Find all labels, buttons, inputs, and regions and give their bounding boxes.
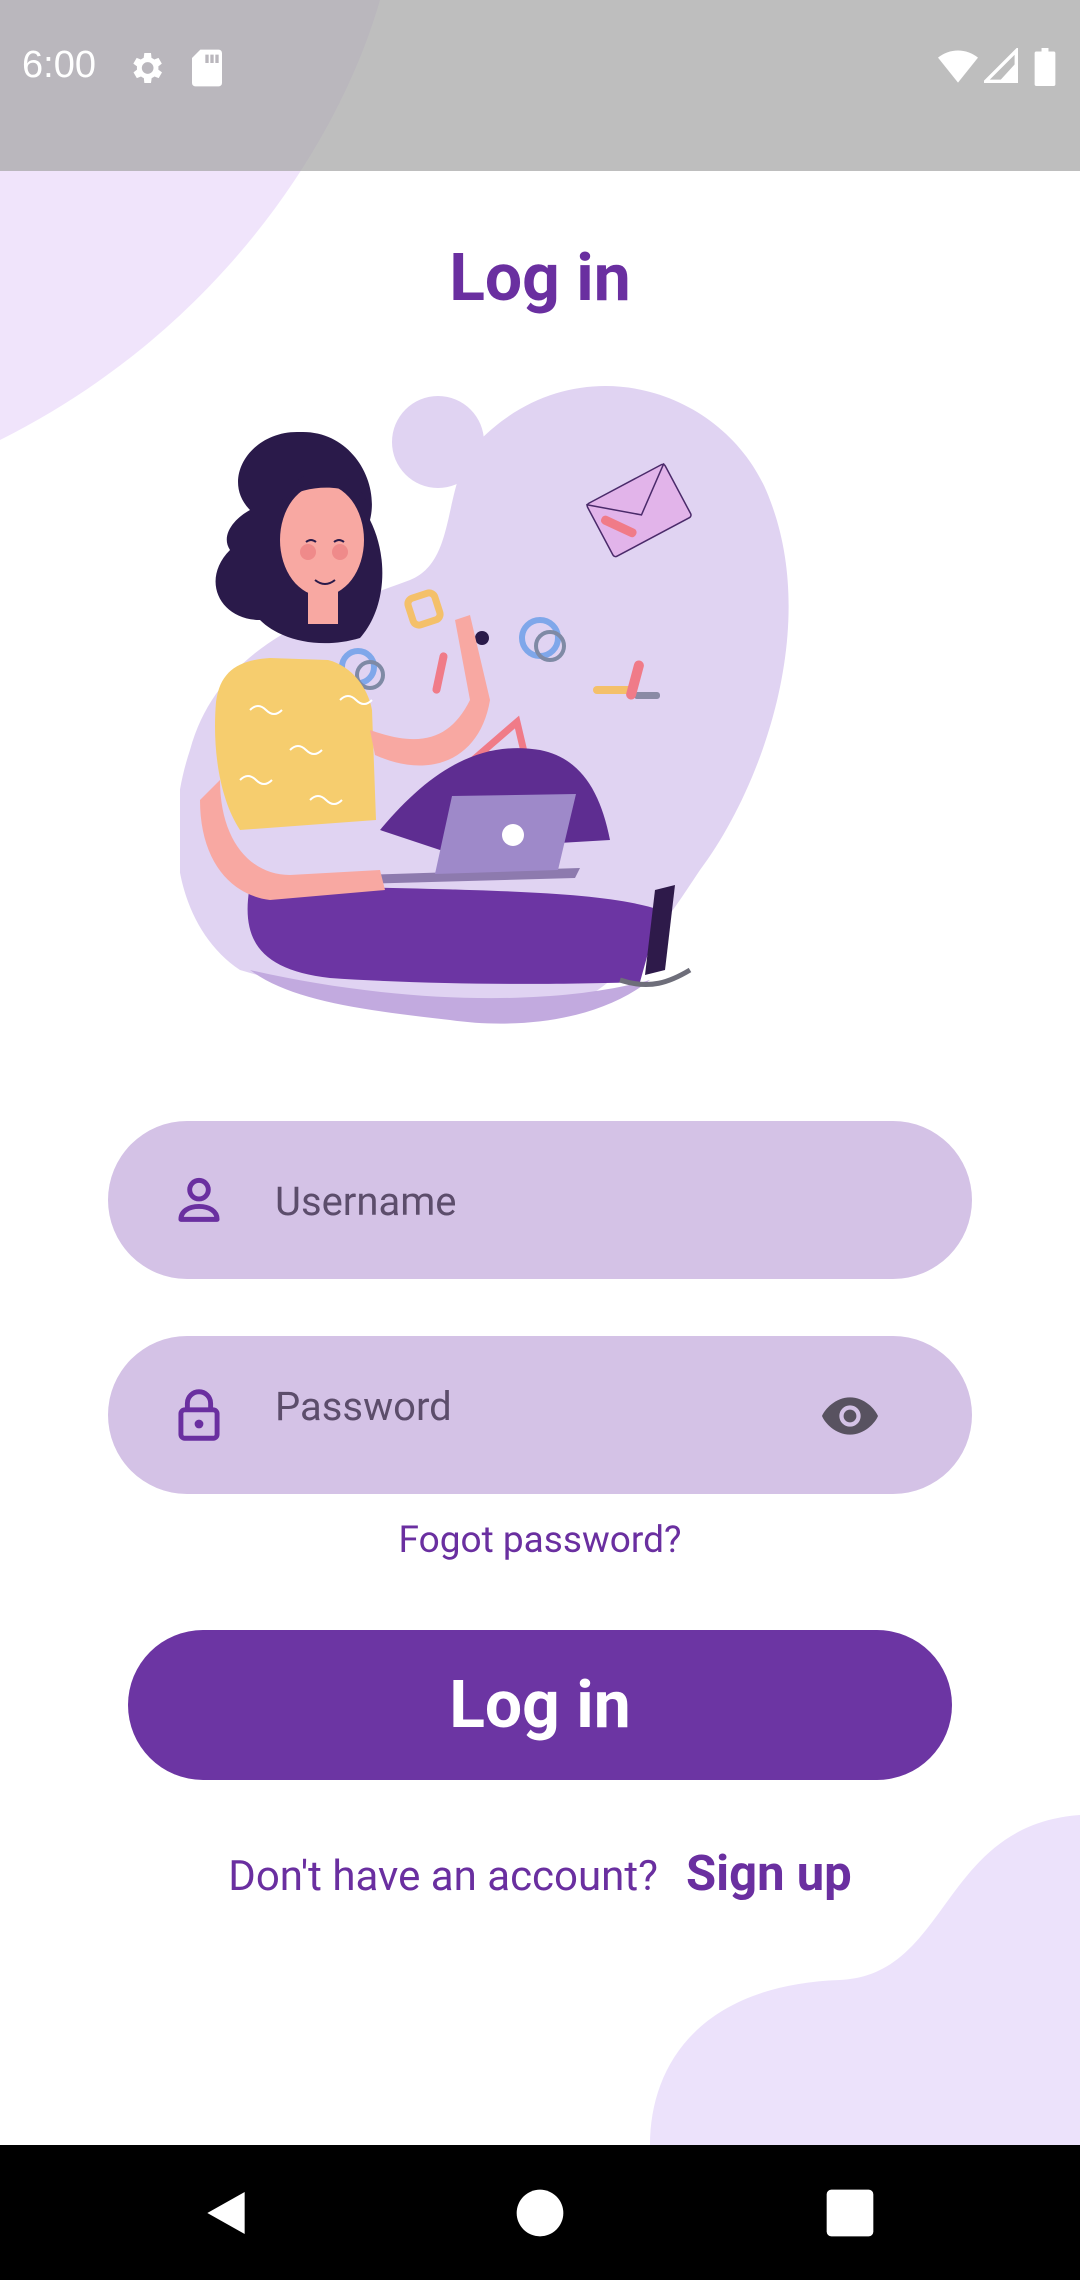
status-bar: 6:00 xyxy=(0,0,1080,171)
login-illustration xyxy=(180,386,789,1024)
home-icon[interactable] xyxy=(512,2185,568,2241)
signup-link[interactable]: Sign up xyxy=(686,1845,852,1902)
signup-row: Don't have an account? Sign up xyxy=(0,1845,1080,1902)
password-field[interactable] xyxy=(108,1326,972,1494)
person-icon xyxy=(178,1177,220,1222)
page-title: Log in xyxy=(449,240,631,317)
password-input[interactable] xyxy=(273,1326,837,1486)
wifi-icon xyxy=(938,50,978,83)
login-button[interactable]: Log in xyxy=(128,1630,952,1780)
signal-icon xyxy=(984,48,1018,83)
eye-icon[interactable] xyxy=(818,1384,882,1448)
sd-card-icon xyxy=(192,49,222,87)
username-input[interactable] xyxy=(273,1121,837,1281)
battery-icon xyxy=(1034,48,1056,86)
status-time: 6:00 xyxy=(22,44,96,86)
lock-icon xyxy=(178,1389,220,1441)
settings-icon xyxy=(133,53,162,83)
forgot-password-link[interactable]: Fogot password? xyxy=(0,1519,1080,1562)
recents-icon[interactable] xyxy=(822,2185,878,2241)
navigation-bar xyxy=(0,2145,1080,2280)
back-icon[interactable] xyxy=(198,2185,254,2241)
username-field[interactable] xyxy=(108,1121,972,1281)
no-account-text: Don't have an account? xyxy=(228,1852,658,1901)
